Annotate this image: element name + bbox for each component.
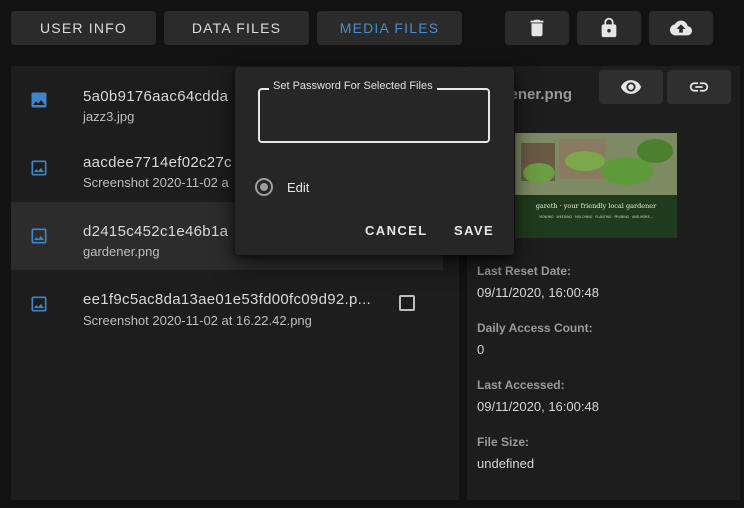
- file-id: 5a0b9176aac64cdda: [83, 88, 229, 105]
- file-select-checkbox[interactable]: [399, 295, 415, 311]
- image-file-icon: [29, 90, 49, 110]
- cancel-button[interactable]: CANCEL: [365, 223, 428, 238]
- password-input-label: Set Password For Selected Files: [269, 80, 437, 92]
- lock-icon: [601, 17, 617, 38]
- file-size-value: undefined: [477, 456, 535, 471]
- preview-button[interactable]: [599, 70, 663, 104]
- password-input[interactable]: [258, 88, 490, 143]
- image-file-icon: [29, 158, 49, 178]
- image-thumbnail: gareth · your friendly local gardener MO…: [515, 133, 677, 238]
- save-button[interactable]: SAVE: [454, 223, 494, 238]
- delete-button[interactable]: [505, 11, 569, 45]
- file-id: aacdee7714ef02c27c: [83, 154, 232, 171]
- cloud-upload-icon: [670, 20, 692, 36]
- file-name: jazz3.jpg: [83, 109, 135, 124]
- upload-button[interactable]: [649, 11, 713, 45]
- image-file-icon: [29, 226, 49, 246]
- image-file-icon: [29, 294, 49, 314]
- link-icon: [689, 82, 709, 92]
- file-id: ee1f9c5ac8da13ae01e53fd00fc09d92.p...: [83, 291, 372, 308]
- tab-media-files[interactable]: MEDIA FILES: [317, 11, 462, 45]
- file-size-label: File Size:: [477, 435, 530, 449]
- file-id: d2415c452c1e46b1a: [83, 223, 229, 240]
- tab-data-files[interactable]: DATA FILES: [164, 11, 309, 45]
- copy-link-button[interactable]: [667, 70, 731, 104]
- eye-icon: [620, 80, 642, 94]
- last-reset-value: 09/11/2020, 16:00:48: [477, 285, 599, 300]
- edit-radio[interactable]: [255, 178, 273, 196]
- set-password-dialog: Set Password For Selected Files Edit CAN…: [235, 67, 514, 255]
- daily-access-label: Daily Access Count:: [477, 321, 593, 335]
- file-name: Screenshot 2020-11-02 at 16.22.42.png: [83, 313, 312, 328]
- thumbnail-subtitle: MOWING · WEEDING · MULCHING · PLANTING ·…: [539, 215, 652, 219]
- edit-radio-label: Edit: [287, 180, 310, 195]
- file-name: gardener.png: [83, 244, 160, 259]
- daily-access-value: 0: [477, 342, 485, 357]
- last-accessed-value: 09/11/2020, 16:00:48: [477, 399, 599, 414]
- file-list-item[interactable]: ee1f9c5ac8da13ae01e53fd00fc09d92.p... Sc…: [11, 270, 443, 338]
- last-accessed-label: Last Accessed:: [477, 378, 565, 392]
- trash-icon: [530, 19, 544, 37]
- thumbnail-title: gareth · your friendly local gardener: [536, 202, 657, 210]
- file-name: Screenshot 2020-11-02 a: [83, 175, 229, 190]
- lock-button[interactable]: [577, 11, 641, 45]
- last-reset-label: Last Reset Date:: [477, 264, 572, 278]
- tab-user-info[interactable]: USER INFO: [11, 11, 156, 45]
